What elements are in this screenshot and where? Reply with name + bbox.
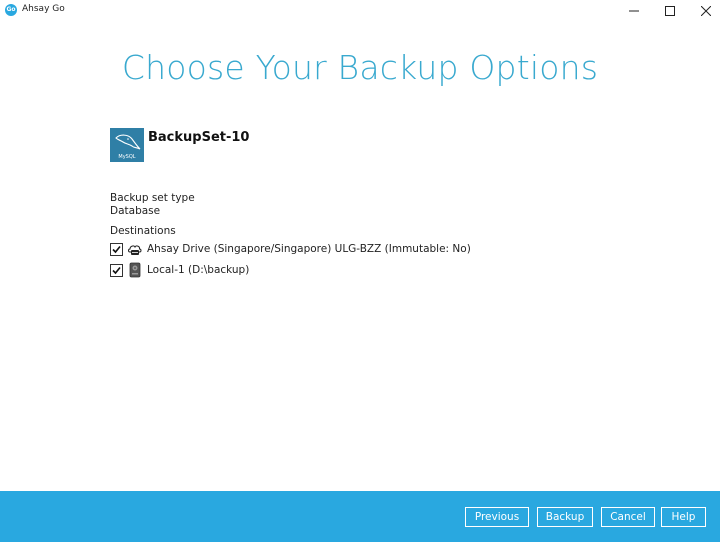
destination-label: Ahsay Drive (Singapore/Singapore) ULG-BZ… bbox=[147, 243, 471, 255]
local-disk-icon bbox=[127, 262, 143, 278]
minimize-button[interactable] bbox=[616, 0, 652, 22]
maximize-icon bbox=[665, 6, 675, 16]
cancel-button[interactable]: Cancel bbox=[601, 507, 655, 527]
help-button[interactable]: Help bbox=[661, 507, 706, 527]
app-logo-icon: Go bbox=[5, 4, 17, 16]
close-icon bbox=[701, 6, 711, 16]
close-button[interactable] bbox=[688, 0, 720, 22]
checkmark-icon bbox=[112, 266, 121, 274]
page-title: Choose Your Backup Options bbox=[121, 48, 599, 87]
destination-checkbox[interactable] bbox=[110, 242, 123, 256]
cloud-drive-icon bbox=[127, 241, 143, 257]
backup-set-name: BackupSet-10 bbox=[148, 130, 250, 145]
maximize-button[interactable] bbox=[652, 0, 688, 22]
previous-button[interactable]: Previous bbox=[465, 507, 529, 527]
title-bar: Go Ahsay Go bbox=[0, 0, 720, 22]
mysql-caption: MySQL bbox=[118, 154, 135, 160]
destination-item[interactable]: Local-1 (D:\backup) bbox=[110, 262, 249, 278]
destination-checkbox[interactable] bbox=[110, 263, 123, 277]
minimize-icon bbox=[629, 10, 639, 12]
destination-item[interactable]: Ahsay Drive (Singapore/Singapore) ULG-BZ… bbox=[110, 241, 471, 257]
backup-set-type-label: Backup set type bbox=[110, 192, 195, 204]
destinations-label: Destinations bbox=[110, 225, 176, 237]
window-title: Ahsay Go bbox=[22, 4, 65, 14]
backup-button[interactable]: Backup bbox=[537, 507, 593, 527]
mysql-icon: MySQL bbox=[110, 128, 144, 162]
destination-label: Local-1 (D:\backup) bbox=[147, 264, 250, 276]
backup-set-type-value: Database bbox=[110, 205, 161, 217]
checkmark-icon bbox=[112, 245, 121, 253]
